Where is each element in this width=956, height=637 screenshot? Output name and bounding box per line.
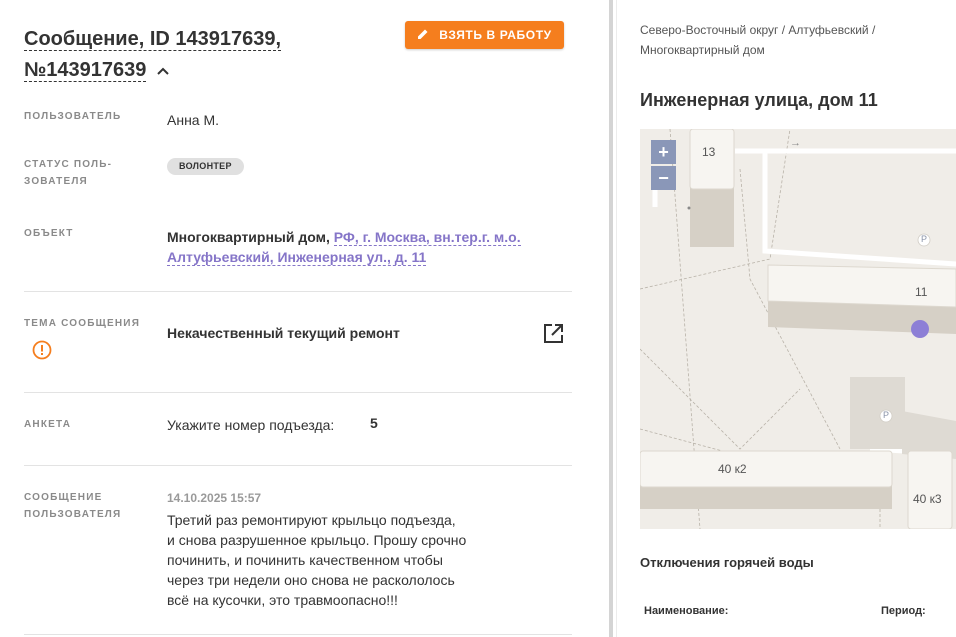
message-line: через три недели оно снова не раскололос… bbox=[167, 572, 455, 588]
take-in-work-button[interactable]: ВЗЯТЬ В РАБОТУ bbox=[405, 21, 564, 49]
column-header-name: Наименование: bbox=[644, 605, 729, 617]
pencil-icon bbox=[417, 28, 429, 43]
topic-label: ТЕМА СООБЩЕНИЯ bbox=[24, 318, 141, 329]
object-address-link-1[interactable]: РФ, г. Москва, вн.тер.г. м.о. bbox=[333, 229, 521, 246]
map-label-40k2: 40 к2 bbox=[718, 462, 747, 476]
map-label-13: 13 bbox=[702, 145, 716, 159]
arrow-right-icon: → bbox=[790, 137, 801, 149]
separator bbox=[24, 392, 572, 393]
user-value: Анна М. bbox=[167, 112, 220, 128]
take-in-work-label: ВЗЯТЬ В РАБОТУ bbox=[439, 28, 552, 42]
message-text: Третий раз ремонтируют крыльцо подъезда,… bbox=[167, 510, 487, 610]
message-label-line-1: СООБЩЕНИЕ bbox=[24, 492, 103, 503]
status-badge: ВОЛОНТЕР bbox=[167, 158, 244, 175]
breadcrumb: Северо-Восточный округ / Алтуфьевский / … bbox=[640, 20, 940, 60]
topic-value: Некачественный текущий ремонт bbox=[167, 325, 400, 341]
status-label-line-1: СТАТУС ПОЛЬ- bbox=[24, 159, 113, 170]
zoom-out-button[interactable]: − bbox=[651, 166, 676, 190]
breadcrumb-line-1[interactable]: Северо-Восточный округ / Алтуфьевский / bbox=[640, 20, 940, 40]
page-title: Сообщение, ID 143917639, №143917639 bbox=[24, 24, 394, 86]
message-line: всё на кусочки, это травмоопасно!!! bbox=[167, 592, 398, 608]
chevron-up-icon[interactable] bbox=[156, 55, 170, 86]
separator bbox=[24, 291, 572, 292]
object-type: Многоквартирный дом, bbox=[167, 229, 330, 245]
map[interactable]: 13 11 40 к2 40 к3 P P → + − bbox=[640, 129, 956, 529]
user-label: ПОЛЬЗОВАТЕЛЬ bbox=[24, 111, 122, 122]
separator bbox=[24, 634, 572, 635]
object-address-link-2[interactable]: Алтуфьевский, Инженерная ул., д. 11 bbox=[167, 249, 427, 266]
column-header-period: Период: bbox=[881, 605, 926, 617]
panel-divider-line bbox=[616, 0, 617, 637]
separator bbox=[24, 465, 572, 466]
zoom-in-button[interactable]: + bbox=[651, 140, 676, 164]
object-value: Многоквартирный дом, РФ, г. Москва, вн.т… bbox=[167, 227, 527, 267]
map-canvas bbox=[640, 129, 956, 529]
object-label: ОБЪЕКТ bbox=[24, 228, 74, 239]
message-line: и снова разрушенное крыльцо. Прошу срочн… bbox=[167, 532, 467, 548]
message-date: 14.10.2025 15:57 bbox=[167, 491, 262, 505]
hot-water-title: Отключения горячей воды bbox=[640, 555, 814, 570]
message-label: СООБЩЕНИЕ ПОЛЬЗОВАТЕЛЯ bbox=[24, 489, 121, 523]
address-title: Инженерная улица, дом 11 bbox=[640, 90, 878, 110]
message-line: починить, и починить качественном чтобы bbox=[167, 552, 443, 568]
message-label-line-2: ПОЛЬЗОВАТЕЛЯ bbox=[24, 509, 122, 520]
panel-divider[interactable] bbox=[609, 0, 613, 637]
parking-icon: P bbox=[921, 234, 928, 244]
survey-label: АНКЕТА bbox=[24, 419, 72, 430]
status-label: СТАТУС ПОЛЬ- ЗОВАТЕЛЯ bbox=[24, 156, 112, 190]
title-line-2: №143917639 bbox=[24, 59, 147, 82]
external-link-icon[interactable] bbox=[543, 323, 564, 349]
location-marker[interactable] bbox=[911, 320, 929, 338]
map-label-40k3: 40 к3 bbox=[913, 492, 942, 506]
title-line-1: Сообщение, ID 143917639, bbox=[24, 28, 282, 51]
survey-answer: 5 bbox=[370, 415, 378, 431]
warning-circle-icon bbox=[32, 340, 52, 365]
breadcrumb-line-2[interactable]: Многоквартирный дом bbox=[640, 40, 940, 60]
message-panel: Сообщение, ID 143917639, №143917639 ВЗЯТ… bbox=[0, 0, 606, 637]
map-label-11: 11 bbox=[915, 285, 928, 299]
message-line: Третий раз ремонтируют крыльцо подъезда, bbox=[167, 512, 456, 528]
status-label-line-2: ЗОВАТЕЛЯ bbox=[24, 176, 88, 187]
survey-question: Укажите номер подъезда: bbox=[167, 417, 335, 433]
object-panel: Северо-Восточный округ / Алтуфьевский / … bbox=[640, 0, 956, 637]
parking-icon: P bbox=[883, 410, 890, 420]
